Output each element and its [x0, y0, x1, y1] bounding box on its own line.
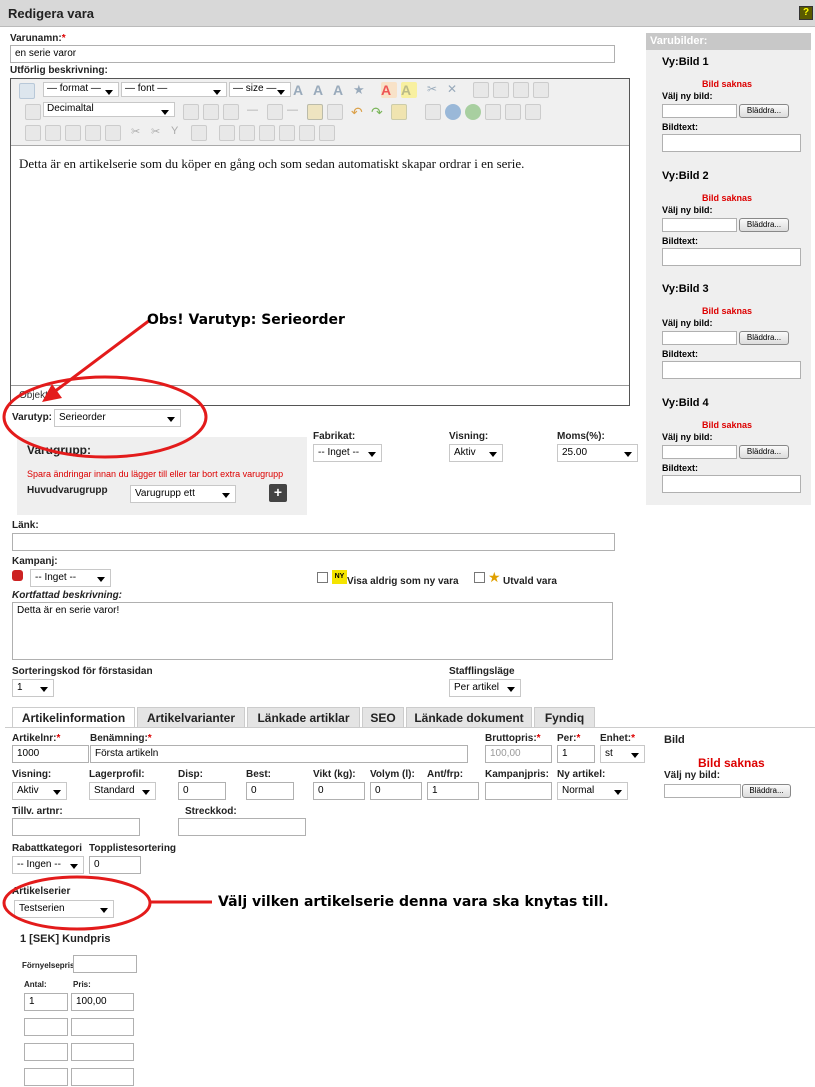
- artikelserier-highlight-ellipse: [2, 875, 152, 931]
- varutyp-annotation: Obs! Varutyp: Serieorder: [147, 312, 345, 328]
- annotation-overlay: [2, 318, 212, 931]
- varutyp-highlight-ellipse: [2, 375, 208, 459]
- artikelserier-annotation: Välj vilken artikelserie denna vara ska …: [218, 894, 609, 910]
- annotation-arrow-line: [49, 318, 151, 397]
